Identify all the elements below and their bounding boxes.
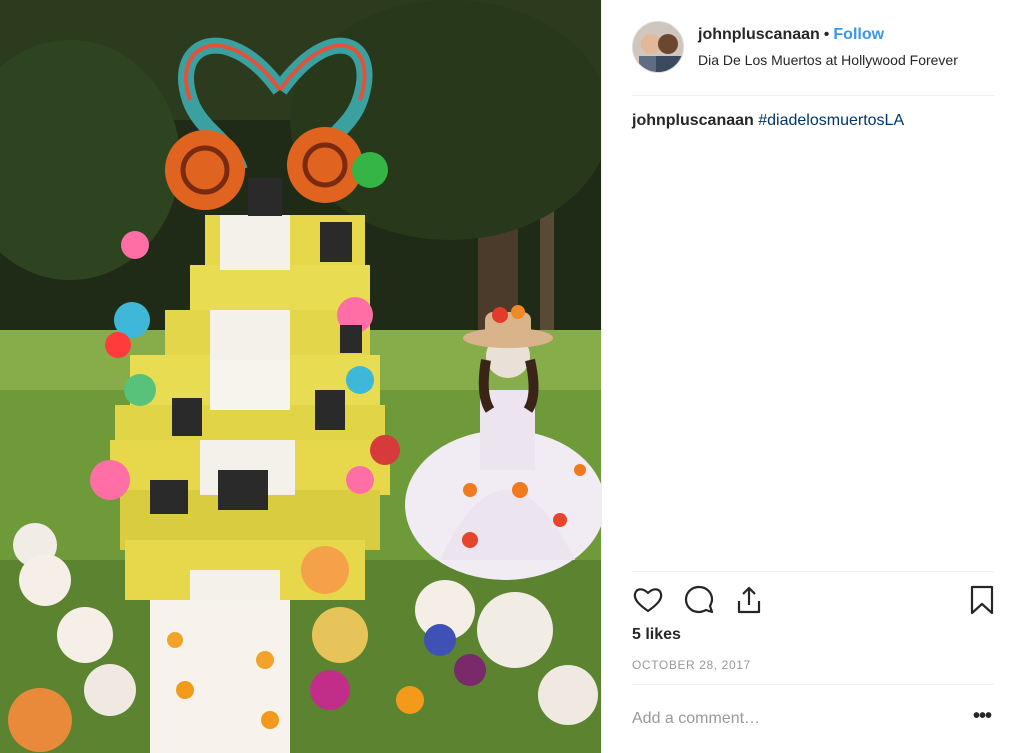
actions-divider bbox=[632, 571, 994, 572]
action-bar bbox=[632, 584, 994, 616]
save-button[interactable] bbox=[966, 584, 998, 616]
share-icon bbox=[737, 586, 761, 614]
caption-username[interactable]: johnpluscanaan bbox=[632, 112, 754, 129]
altar-photo-illustration bbox=[0, 0, 601, 753]
caption-hashtag[interactable]: #diadelosmuertosLA bbox=[758, 112, 904, 129]
location-link[interactable]: Dia De Los Muertos at Hollywood Forever bbox=[698, 52, 958, 68]
share-button[interactable] bbox=[733, 584, 765, 616]
comment-button[interactable] bbox=[683, 584, 715, 616]
like-button[interactable] bbox=[632, 584, 664, 616]
comment-divider bbox=[632, 684, 994, 685]
header-divider bbox=[632, 95, 994, 96]
avatar-icon bbox=[633, 22, 683, 72]
post-photo[interactable] bbox=[0, 0, 601, 753]
username-link[interactable]: johnpluscanaan bbox=[698, 26, 820, 43]
follow-button[interactable]: Follow bbox=[833, 26, 884, 43]
profile-avatar[interactable] bbox=[632, 21, 684, 73]
bookmark-icon bbox=[970, 585, 994, 615]
separator-dot: • bbox=[823, 26, 830, 43]
post-details-panel: johnpluscanaan • Follow Dia De Los Muertos… bbox=[601, 0, 1024, 753]
post-header: johnpluscanaan • Follow Dia De Los Muertos… bbox=[632, 20, 994, 78]
caption: johnpluscanaan #diadelosmuertosLA bbox=[632, 112, 904, 130]
likes-count[interactable]: 5 likes bbox=[632, 626, 681, 644]
post-date[interactable]: OCTOBER 28, 2017 bbox=[632, 658, 751, 672]
heart-icon bbox=[633, 588, 663, 613]
more-options-button[interactable]: ••• bbox=[970, 706, 994, 731]
comment-icon bbox=[684, 585, 714, 614]
header-text: johnpluscanaan • Follow Dia De Los Muertos… bbox=[698, 26, 958, 68]
comment-form: ••• bbox=[632, 706, 994, 731]
comment-input[interactable] bbox=[632, 707, 932, 731]
